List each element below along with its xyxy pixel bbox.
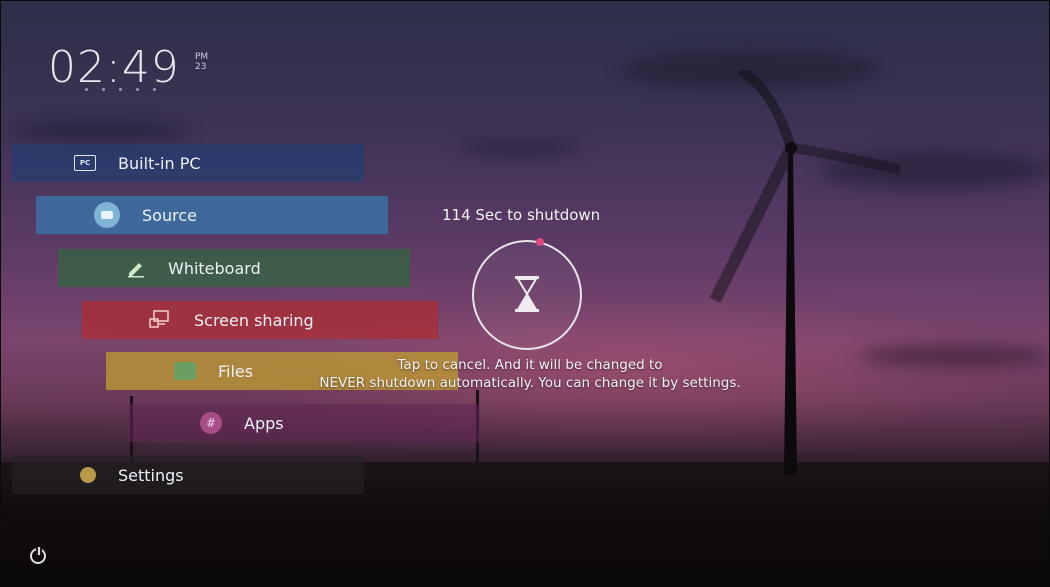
- gear-icon: [80, 467, 96, 483]
- cloud: [460, 140, 580, 156]
- menu-item-label: Built-in PC: [118, 153, 201, 173]
- pen-icon: [126, 258, 146, 278]
- menu-item-label: Source: [142, 205, 197, 225]
- cancel-message-line-1: Tap to cancel. And it will be changed to: [397, 357, 663, 373]
- screen-share-icon: [148, 309, 172, 331]
- menu-item-label: Apps: [244, 413, 284, 433]
- page-dot: [153, 88, 156, 91]
- menu-item-whiteboard[interactable]: Whiteboard: [58, 249, 410, 287]
- menu-item-source[interactable]: Source: [36, 196, 388, 234]
- menu-item-screen-sharing[interactable]: Screen sharing: [82, 301, 438, 339]
- cancel-message-line-2: NEVER shutdown automatically. You can ch…: [319, 375, 741, 391]
- menu-item-settings[interactable]: Settings: [12, 456, 364, 494]
- source-icon: [94, 202, 120, 228]
- menu-item-label: Whiteboard: [168, 258, 261, 278]
- menu-item-label: Screen sharing: [194, 310, 314, 330]
- clock-seconds: 23: [195, 62, 207, 72]
- clock-ampm: PM: [195, 52, 209, 62]
- page-indicator: [85, 88, 156, 91]
- page-dot: [136, 88, 139, 91]
- menu-item-label: Settings: [118, 465, 184, 485]
- pc-icon: PC: [74, 155, 96, 171]
- home-screen: 02:49 PM 23 PC Built-in PC Source Whiteb…: [0, 0, 1050, 587]
- power-icon[interactable]: [30, 547, 46, 564]
- clock-time: 02:49: [48, 42, 180, 93]
- cloud: [10, 120, 190, 142]
- page-dot: [102, 88, 105, 91]
- apps-grid-icon: #: [200, 412, 222, 434]
- shutdown-countdown-text: 114 Sec to shutdown: [442, 206, 601, 224]
- wind-turbine: [709, 70, 900, 475]
- menu-item-apps[interactable]: # Apps: [128, 404, 480, 442]
- clock-suffix: PM 23: [195, 52, 208, 72]
- menu-item-label: Files: [218, 361, 254, 381]
- folder-icon: [174, 362, 196, 380]
- page-dot: [85, 88, 88, 91]
- cancel-shutdown-message[interactable]: Tap to cancel. And it will be changed to…: [250, 356, 810, 392]
- menu-item-built-in-pc[interactable]: PC Built-in PC: [12, 144, 364, 182]
- hourglass-icon: [515, 276, 539, 312]
- page-dot: [119, 88, 122, 91]
